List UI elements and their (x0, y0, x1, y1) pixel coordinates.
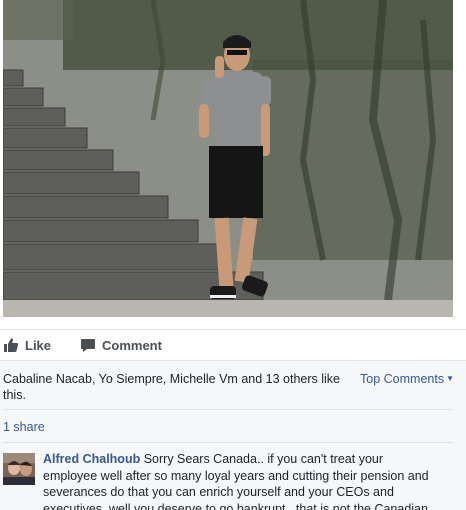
top-comments-label: Top Comments (360, 372, 445, 386)
avatar[interactable] (3, 453, 35, 485)
divider (3, 442, 453, 443)
like-button[interactable]: Like (3, 337, 51, 353)
speech-bubble-icon (80, 337, 96, 353)
caret-down-icon: ▼ (446, 374, 454, 383)
post-photo[interactable] (3, 0, 453, 317)
top-comments-dropdown[interactable]: Top Comments ▼ (360, 372, 454, 386)
post-action-bar: Like Comment (0, 329, 466, 360)
comment-author[interactable]: Alfred Chalhoub (43, 452, 140, 466)
likes-summary[interactable]: Cabaline Nacab, Yo Siempre, Michelle Vm … (3, 371, 343, 403)
comment-button[interactable]: Comment (80, 337, 162, 353)
like-label: Like (25, 337, 52, 353)
comment-body: Alfred Chalhoub Sorry Sears Canada.. if … (43, 451, 438, 510)
feedback-section: Cabaline Nacab, Yo Siempre, Michelle Vm … (0, 360, 466, 510)
divider (3, 409, 453, 410)
thumbs-up-icon (3, 337, 19, 353)
shares-link[interactable]: 1 share (3, 420, 45, 434)
comment-label: Comment (102, 337, 162, 353)
post-photo-image (3, 0, 453, 317)
